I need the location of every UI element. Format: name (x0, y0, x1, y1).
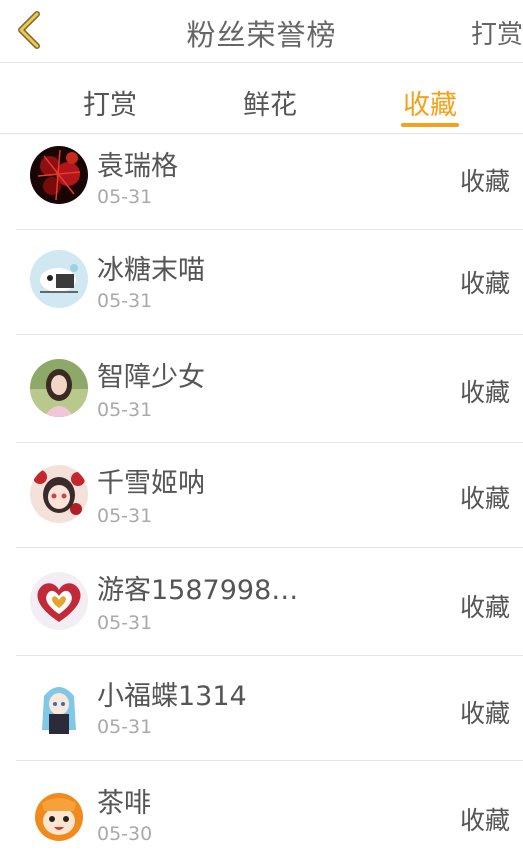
list-item[interactable]: 智障少女 05-31 收藏 (0, 335, 523, 443)
cartoon-avatar-icon (30, 250, 88, 308)
active-tab-indicator (401, 123, 459, 127)
avatar (30, 146, 88, 204)
tab-reward[interactable]: 打赏 (50, 83, 170, 122)
avatar (30, 465, 88, 523)
anime-girl-avatar-icon (30, 465, 88, 523)
tab-flowers[interactable]: 鲜花 (210, 83, 330, 122)
fan-action: 收藏 (459, 699, 510, 728)
reward-button[interactable]: 打赏 (471, 14, 523, 51)
fan-date: 05-31 (97, 399, 153, 421)
page-title: 粉丝荣誉榜 (186, 18, 337, 52)
fan-action: 收藏 (459, 269, 510, 298)
list-item[interactable]: 茶啡 05-30 收藏 (0, 761, 523, 853)
list-item[interactable]: 袁瑞格 05-31 收藏 (0, 134, 523, 230)
fan-name: 冰糖末喵 (97, 255, 205, 286)
red-flowers-avatar-icon (30, 146, 88, 204)
fan-date: 05-31 (97, 612, 153, 634)
list-item[interactable]: 小福蝶1314 05-31 收藏 (0, 656, 523, 761)
list-item[interactable]: 游客1587998… 05-31 收藏 (0, 548, 523, 656)
fan-name: 袁瑞格 (97, 151, 178, 182)
fan-name: 智障少女 (97, 362, 205, 393)
fan-action: 收藏 (459, 484, 510, 513)
fan-action: 收藏 (459, 167, 510, 196)
girl-photo-avatar-icon (30, 359, 88, 417)
fan-action: 收藏 (459, 806, 510, 835)
top-bar: 粉丝荣誉榜 打赏 (0, 0, 523, 63)
fan-action: 收藏 (459, 593, 510, 622)
avatar (30, 572, 88, 630)
fan-name: 茶啡 (97, 788, 151, 819)
fan-date: 05-31 (97, 505, 153, 527)
fan-action: 收藏 (459, 378, 510, 407)
avatar (30, 678, 88, 736)
fan-name: 游客1587998… (97, 575, 299, 606)
avatar (30, 359, 88, 417)
heart-avatar-icon (30, 572, 88, 630)
fan-date: 05-30 (97, 823, 153, 845)
fan-name: 千雪姬呐 (97, 468, 205, 499)
avatar (30, 785, 88, 843)
fan-date: 05-31 (97, 716, 153, 738)
tab-favorites[interactable]: 收藏 (370, 83, 490, 122)
fan-list: 袁瑞格 05-31 收藏 冰糖末喵 05-31 收藏 智障少女 05-31 收藏… (0, 134, 523, 853)
list-item[interactable]: 千雪姬呐 05-31 收藏 (0, 443, 523, 548)
anime-orange-avatar-icon (30, 785, 88, 843)
list-item[interactable]: 冰糖末喵 05-31 收藏 (0, 230, 523, 335)
fan-date: 05-31 (97, 290, 153, 312)
fan-name: 小福蝶1314 (97, 681, 247, 712)
tab-bar: 打赏 鲜花 收藏 (0, 63, 523, 134)
fan-date: 05-31 (97, 186, 153, 208)
avatar (30, 250, 88, 308)
anime-blue-hair-avatar-icon (30, 678, 88, 736)
